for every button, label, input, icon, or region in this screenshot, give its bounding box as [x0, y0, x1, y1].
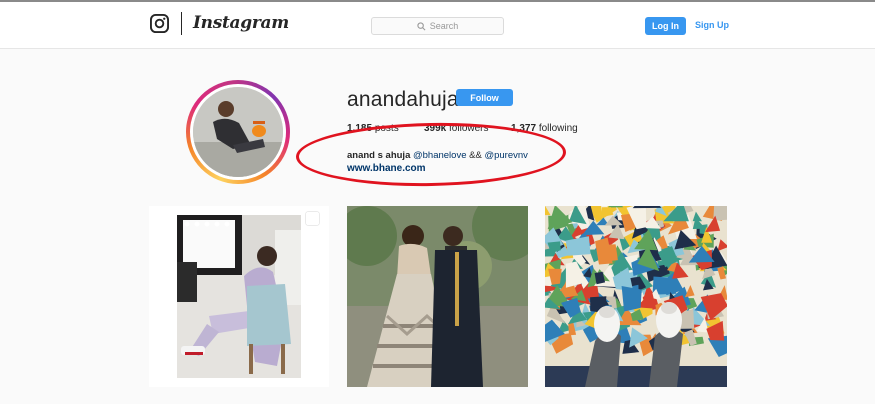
top-navigation-bar: Instagram Search Log In Sign Up [0, 0, 875, 49]
multiple-photos-icon [306, 212, 319, 225]
profile-username: anandahuja [347, 88, 459, 111]
red-annotation-oval [295, 120, 567, 189]
search-input[interactable]: Search [371, 17, 504, 35]
search-placeholder: Search [429, 21, 459, 31]
window-top-border [0, 0, 875, 2]
post-thumbnail[interactable] [149, 206, 329, 387]
log-in-button[interactable]: Log In [645, 17, 686, 35]
following-label: following [538, 123, 578, 134]
post-thumbnail[interactable] [347, 206, 528, 387]
post-thumbnail[interactable] [545, 206, 727, 387]
profile-avatar[interactable] [186, 80, 290, 184]
search-icon [417, 21, 426, 30]
sign-up-link[interactable]: Sign Up [695, 20, 729, 30]
follow-button[interactable]: Follow [456, 89, 513, 106]
instagram-wordmark[interactable]: Instagram [193, 13, 289, 33]
logo-divider [181, 12, 182, 35]
avatar-photo [193, 87, 283, 177]
instagram-camera-icon[interactable] [150, 14, 169, 33]
